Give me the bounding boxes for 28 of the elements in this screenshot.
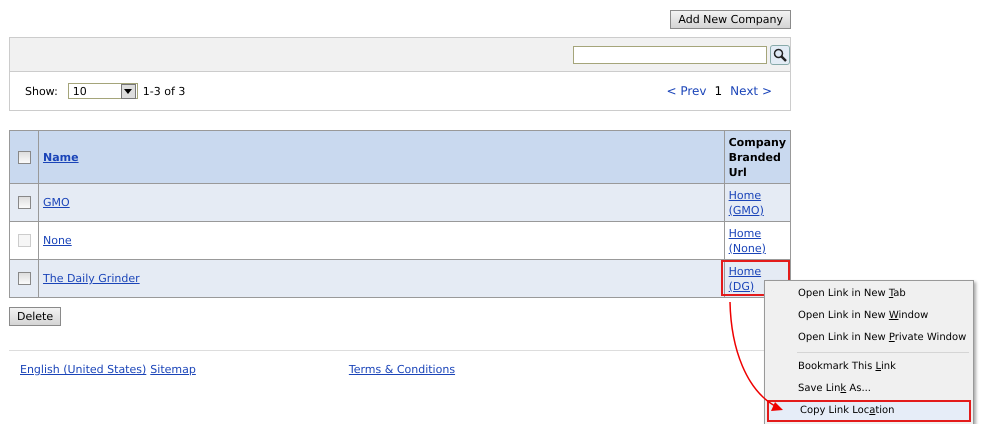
- company-name-link[interactable]: The Daily Grinder: [43, 272, 140, 285]
- next-link[interactable]: Next >: [730, 84, 772, 98]
- search-field[interactable]: [573, 46, 767, 64]
- search-icon: [773, 48, 787, 62]
- row-checkbox[interactable]: [18, 196, 30, 210]
- range-label: 1-3 of 3: [142, 84, 186, 98]
- search-button[interactable]: [770, 44, 790, 64]
- delete-button[interactable]: Delete: [9, 307, 62, 326]
- caret-icon: [124, 88, 132, 94]
- language-link[interactable]: English (United States): [20, 363, 146, 376]
- company-name-link[interactable]: GMO: [43, 196, 70, 209]
- sitemap-link[interactable]: Sitemap: [150, 363, 196, 376]
- select-all-checkbox[interactable]: [18, 150, 30, 164]
- menu-item[interactable]: Save Link As...: [767, 378, 971, 400]
- add-new-company-button[interactable]: Add New Company: [670, 10, 791, 29]
- page-size-select[interactable]: 10: [68, 83, 138, 99]
- terms-link[interactable]: Terms & Conditions: [348, 363, 456, 376]
- menu-item[interactable]: Copy Link Location: [767, 400, 971, 422]
- page-number: 1: [714, 84, 722, 98]
- name-column-header[interactable]: Name: [43, 150, 79, 164]
- menu-item[interactable]: Open Link in New Tab: [767, 283, 971, 305]
- row-checkbox[interactable]: [18, 272, 30, 286]
- menu-item[interactable]: Bookmark This Link: [767, 356, 971, 378]
- menu-item[interactable]: Open Link in New Window: [767, 305, 971, 327]
- menu-item[interactable]: Open Link in New Private Window: [767, 327, 971, 349]
- show-label: Show:: [25, 84, 58, 98]
- prev-link[interactable]: < Prev: [666, 84, 707, 98]
- column-header: Company Branded Url: [728, 134, 786, 180]
